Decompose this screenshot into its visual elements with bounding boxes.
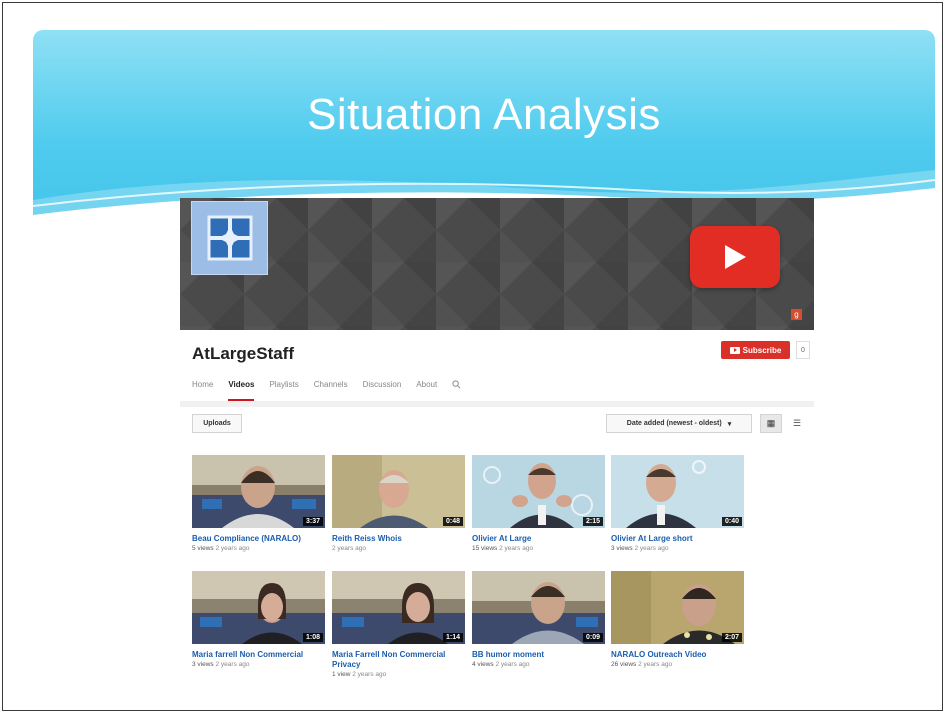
video-duration: 2:07 [721,633,742,642]
video-card[interactable]: 1:14 Maria Farrell Non Commercial Privac… [332,571,465,678]
channel-avatar[interactable] [191,201,268,275]
video-age: 2 years ago [215,545,250,552]
tab-about[interactable]: About [416,380,437,400]
video-age: 2 years ago [332,545,366,552]
youtube-channel-screenshot: g AtLargeStaff Subscribe 0 Home Videos P… [180,198,814,695]
video-meta: 2 years ago [332,545,465,552]
youtube-mini-icon [729,346,740,354]
sort-dropdown[interactable]: Date added (newest - oldest) ▾ [606,414,752,433]
video-age: 2 years ago [499,545,534,552]
video-meta: 26 views 2 years ago [611,661,744,668]
uploads-button[interactable]: Uploads [192,414,242,433]
video-card[interactable]: 0:40 Olivier At Large short 3 views 2 ye… [611,455,744,552]
tab-discussion[interactable]: Discussion [363,380,402,400]
video-age: 2 years ago [638,661,673,668]
video-title[interactable]: Maria Farrell Non Commercial Privacy [332,650,465,670]
search-icon[interactable] [452,380,461,400]
youtube-play-icon [690,226,780,288]
video-thumbnail[interactable]: 3:37 [192,455,325,528]
video-views: 1 view [332,671,351,678]
tab-videos[interactable]: Videos [228,380,255,401]
grid-view-icon[interactable]: ▦ [760,414,782,433]
subscriber-count: 0 [796,341,810,359]
video-duration: 3:37 [302,517,323,526]
video-duration: 1:08 [302,633,323,642]
video-age: 2 years ago [634,545,669,552]
video-meta: 4 views 2 years ago [472,661,605,668]
video-meta: 15 views 2 years ago [472,545,605,552]
channel-art: g [180,198,814,330]
list-view-icon[interactable]: ☰ [786,414,808,433]
video-card[interactable]: 2:15 Olivier At Large 15 views 2 years a… [472,455,605,552]
video-thumbnail[interactable]: 2:15 [472,455,605,528]
subscribe-button[interactable]: Subscribe [721,341,790,359]
video-card[interactable]: 0:09 BB humor moment 4 views 2 years ago [472,571,605,668]
video-meta: 1 view 2 years ago [332,671,465,678]
video-age: 2 years ago [352,671,387,678]
video-title[interactable]: Olivier At Large short [611,534,744,544]
video-meta: 5 views 2 years ago [192,545,325,552]
chevron-down-icon: ▾ [727,420,732,428]
sort-label: Date added (newest - oldest) [626,420,722,427]
video-card[interactable]: 2:07 NARALO Outreach Video 26 views 2 ye… [611,571,744,668]
video-thumbnail[interactable]: 0:40 [611,455,744,528]
video-views: 3 views [192,661,214,668]
video-thumbnail[interactable]: 1:08 [192,571,325,644]
channel-name[interactable]: AtLargeStaff [192,344,294,364]
video-age: 2 years ago [495,661,530,668]
slide-title: Situation Analysis [307,90,661,139]
video-duration: 2:15 [582,517,603,526]
video-thumbnail[interactable]: 0:09 [472,571,605,644]
avatar-logo-icon [207,215,252,261]
video-views: 4 views [472,661,494,668]
video-views: 26 views [611,661,637,668]
tab-home[interactable]: Home [192,380,213,400]
video-title[interactable]: Reith Reiss Whois [332,534,465,544]
video-duration: 0:09 [582,633,603,642]
tab-channels[interactable]: Channels [314,380,348,400]
video-title[interactable]: Beau Compliance (NARALO) [192,534,325,544]
video-card[interactable]: 0:48 Reith Reiss Whois 2 years ago [332,455,465,552]
video-duration: 0:48 [442,517,463,526]
video-duration: 1:14 [442,633,463,642]
video-card[interactable]: 3:37 Beau Compliance (NARALO) 5 views 2 … [192,455,325,552]
channel-tabs: Home Videos Playlists Channels Discussio… [192,380,461,401]
video-meta: 3 views 2 years ago [611,545,744,552]
tab-playlists[interactable]: Playlists [269,380,298,400]
tabs-divider [180,401,814,407]
video-title[interactable]: NARALO Outreach Video [611,650,744,660]
video-age: 2 years ago [215,661,250,668]
video-thumbnail[interactable]: 0:48 [332,455,465,528]
video-card[interactable]: 1:08 Maria farrell Non Commercial 3 view… [192,571,325,668]
google-plus-icon[interactable]: g [791,309,802,320]
video-thumbnail[interactable]: 2:07 [611,571,744,644]
video-title[interactable]: BB humor moment [472,650,605,660]
video-title[interactable]: Maria farrell Non Commercial [192,650,325,660]
video-title[interactable]: Olivier At Large [472,534,605,544]
video-views: 3 views [611,545,633,552]
video-meta: 3 views 2 years ago [192,661,325,668]
subscribe-label: Subscribe [742,345,782,355]
video-views: 15 views [472,545,498,552]
video-duration: 0:40 [721,517,742,526]
video-thumbnail[interactable]: 1:14 [332,571,465,644]
video-views: 5 views [192,545,214,552]
